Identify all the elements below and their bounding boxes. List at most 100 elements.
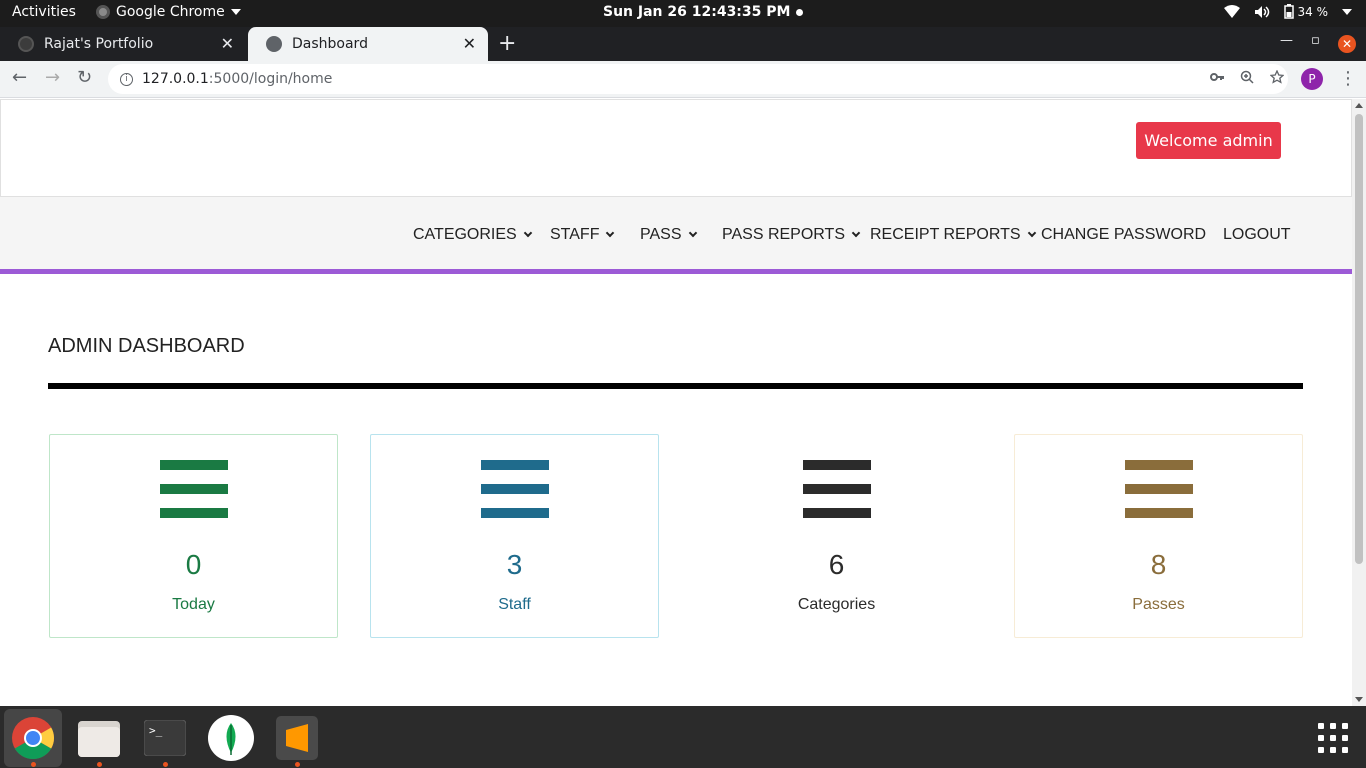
menu-bars-icon	[803, 460, 871, 532]
dock-files[interactable]	[70, 709, 128, 767]
tab-strip: Rajat's Portfolio ✕ Dashboard ✕ + — ▫	[0, 27, 1366, 61]
url-path: :5000/login/home	[208, 71, 333, 87]
clock-text: Sun Jan 26 12:43:35 PM	[603, 4, 791, 20]
address-bar[interactable]: i 127.0.0.1:5000/login/home	[108, 64, 1288, 94]
caret-down-icon	[1342, 8, 1352, 15]
nav-logout[interactable]: LOGOUT	[1223, 226, 1291, 244]
card-categories[interactable]: 6 Categories	[692, 434, 981, 638]
nav-pass[interactable]: PASS	[640, 226, 697, 244]
running-indicator	[97, 762, 102, 767]
url-host: 127.0.0.1	[142, 71, 209, 87]
clock[interactable]: Sun Jan 26 12:43:35 PM	[603, 4, 804, 20]
browser-toolbar: ← → ↻ i 127.0.0.1:5000/login/home P ⋮	[0, 61, 1366, 98]
minimize-icon[interactable]: —	[1280, 33, 1293, 48]
sublime-text-icon	[276, 716, 318, 760]
card-today[interactable]: 0 Today	[49, 434, 338, 638]
card-value: 8	[1150, 549, 1167, 580]
web-page: Welcome admin CATEGORIES STAFF PASS PASS…	[0, 99, 1352, 706]
tab-favicon-icon	[18, 36, 34, 52]
dock: >_	[0, 706, 1366, 768]
card-passes[interactable]: 8 Passes	[1014, 434, 1303, 638]
battery-percent: 34 %	[1297, 4, 1329, 19]
terminal-icon: >_	[144, 720, 186, 756]
nav-categories[interactable]: CATEGORIES	[413, 226, 532, 244]
battery-icon	[1283, 4, 1294, 19]
tab-close-icon[interactable]: ✕	[463, 34, 476, 53]
nav-label: PASS REPORTS	[722, 226, 845, 243]
dock-mongodb[interactable]	[202, 709, 260, 767]
tab-dashboard[interactable]: Dashboard ✕	[248, 27, 488, 61]
nav-label: PASS	[640, 226, 682, 243]
dock-sublime[interactable]	[268, 709, 326, 767]
nav-label: RECEIPT REPORTS	[870, 226, 1021, 243]
title-divider	[48, 383, 1303, 389]
chrome-menu-icon[interactable]: ⋮	[1339, 68, 1357, 89]
card-value: 3	[506, 549, 523, 580]
zoom-icon[interactable]	[1240, 70, 1254, 84]
menu-bars-icon	[481, 460, 549, 532]
chevron-down-icon	[688, 228, 697, 238]
profile-avatar[interactable]: P	[1301, 68, 1323, 90]
dock-terminal[interactable]: >_	[136, 709, 194, 767]
running-indicator	[31, 762, 36, 767]
nav-change-password[interactable]: CHANGE PASSWORD	[1041, 226, 1206, 244]
page-header: Welcome admin	[0, 99, 1352, 197]
system-top-bar: Activities Google Chrome Sun Jan 26 12:4…	[0, 0, 1366, 27]
chrome-icon	[12, 717, 55, 760]
scrollbar-thumb[interactable]	[1355, 114, 1363, 564]
card-label: Categories	[797, 596, 876, 613]
app-menu[interactable]: Google Chrome	[96, 4, 241, 20]
chevron-down-icon	[523, 228, 532, 238]
tab-portfolio[interactable]: Rajat's Portfolio ✕	[0, 27, 246, 61]
card-label: Passes	[1132, 596, 1185, 613]
nav-label: CHANGE PASSWORD	[1041, 226, 1207, 243]
scroll-up-icon[interactable]	[1355, 103, 1363, 108]
tab-label: Rajat's Portfolio	[44, 36, 154, 52]
volume-icon	[1254, 5, 1269, 18]
running-indicator	[295, 762, 300, 767]
card-staff[interactable]: 3 Staff	[370, 434, 659, 638]
restore-icon[interactable]: ▫	[1311, 33, 1320, 48]
chrome-icon	[96, 5, 110, 19]
nav-staff[interactable]: STAFF	[550, 226, 615, 244]
svg-text:>_: >_	[149, 724, 163, 737]
card-label: Staff	[498, 596, 531, 613]
card-value: 6	[828, 549, 845, 580]
globe-icon	[266, 36, 282, 52]
menu-bars-icon	[160, 460, 228, 532]
tab-close-icon[interactable]: ✕	[221, 34, 234, 53]
nav-label: LOGOUT	[1223, 226, 1291, 243]
chevron-down-icon	[606, 228, 615, 238]
back-icon[interactable]: ←	[12, 67, 27, 88]
bookmark-star-icon[interactable]	[1270, 70, 1284, 84]
files-icon	[78, 721, 120, 757]
wifi-icon	[1223, 4, 1240, 18]
card-label: Today	[172, 596, 215, 613]
main-navbar: CATEGORIES STAFF PASS PASS REPORTS RECEI…	[0, 197, 1352, 274]
menu-bars-icon	[1125, 460, 1193, 532]
welcome-admin-button[interactable]: Welcome admin	[1136, 122, 1281, 159]
key-icon[interactable]	[1210, 70, 1224, 84]
nav-label: STAFF	[550, 226, 600, 243]
app-menu-label: Google Chrome	[116, 4, 225, 20]
system-tray[interactable]: 34 %	[1223, 4, 1352, 19]
nav-pass-reports[interactable]: PASS REPORTS	[722, 226, 861, 244]
nav-label: CATEGORIES	[413, 226, 517, 243]
caret-down-icon	[230, 9, 241, 15]
nav-receipt-reports[interactable]: RECEIPT REPORTS	[870, 226, 1036, 244]
reload-icon[interactable]: ↻	[77, 67, 92, 88]
window-close-icon[interactable]: ✕	[1338, 35, 1356, 53]
forward-icon[interactable]: →	[45, 67, 60, 88]
activities-button[interactable]: Activities	[12, 4, 76, 20]
new-tab-icon[interactable]: +	[498, 31, 516, 56]
chevron-down-icon	[851, 228, 861, 238]
dock-chrome[interactable]	[4, 709, 62, 767]
mongodb-icon	[208, 715, 254, 761]
page-scrollbar[interactable]	[1352, 99, 1366, 706]
site-info-icon[interactable]: i	[120, 72, 133, 86]
show-applications-icon[interactable]	[1318, 723, 1348, 753]
scroll-down-icon[interactable]	[1355, 697, 1363, 702]
chevron-down-icon	[1027, 228, 1036, 238]
notification-dot-icon	[796, 8, 804, 16]
tab-label: Dashboard	[292, 36, 368, 52]
